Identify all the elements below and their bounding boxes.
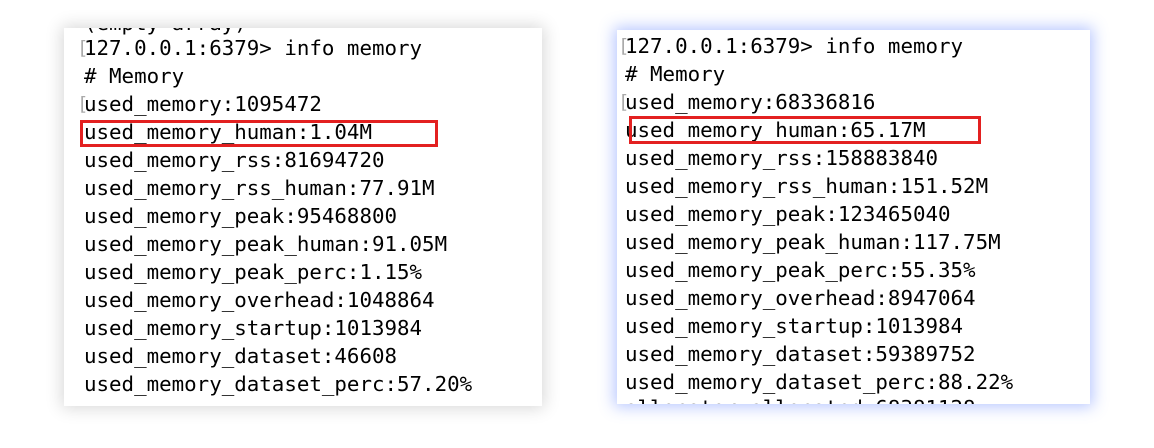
left-terminal-screenshot: (empty array) 127.0.0.1:6379> info memor… xyxy=(64,28,542,406)
output-line: used_memory_peak_perc:55.35% xyxy=(625,258,976,282)
output-line: used_memory_rss:158883840 xyxy=(625,146,939,170)
output-line: used_memory_overhead:8947064 xyxy=(625,286,976,310)
output-line: used_memory_rss:81694720 xyxy=(84,148,385,172)
command-line: 127.0.0.1:6379> info memory xyxy=(77,34,422,62)
output-line: used_memory_rss_human:77.91M xyxy=(84,176,435,200)
output-line: used_memory_peak_human:91.05M xyxy=(84,232,448,256)
section-header: # Memory xyxy=(625,62,726,86)
right-terminal-screenshot: 127.0.0.1:6379> info memory # Memory use… xyxy=(617,30,1090,404)
clipped-output-line: allocator_allocated:68381128 xyxy=(625,394,976,404)
output-line: used_memory_overhead:1048864 xyxy=(84,288,435,312)
output-line: used_memory_rss_human:151.52M xyxy=(625,174,989,198)
output-line: used_memory:68336816 xyxy=(618,88,875,116)
section-header: # Memory xyxy=(84,64,185,88)
output-line: used_memory_dataset_perc:88.22% xyxy=(625,370,1014,394)
command-line: 127.0.0.1:6379> info memory xyxy=(618,32,963,60)
output-line: used_memory:1095472 xyxy=(77,90,322,118)
output-line: used_memory_peak_human:117.75M xyxy=(625,230,1001,254)
output-line: used_memory_peak:123465040 xyxy=(625,202,951,226)
output-line: used_memory_peak:95468800 xyxy=(84,204,398,228)
output-line: used_memory_dataset:46608 xyxy=(84,344,398,368)
output-line: used_memory_startup:1013984 xyxy=(625,314,964,338)
output-line: used_memory_peak_perc:1.15% xyxy=(84,260,423,284)
output-line: used_memory_dataset_perc:57.20% xyxy=(84,372,473,396)
highlight-box xyxy=(629,116,981,144)
output-line: used_memory_dataset:59389752 xyxy=(625,342,976,366)
output-line: used_memory_startup:1013984 xyxy=(84,316,423,340)
highlight-box xyxy=(80,120,438,147)
